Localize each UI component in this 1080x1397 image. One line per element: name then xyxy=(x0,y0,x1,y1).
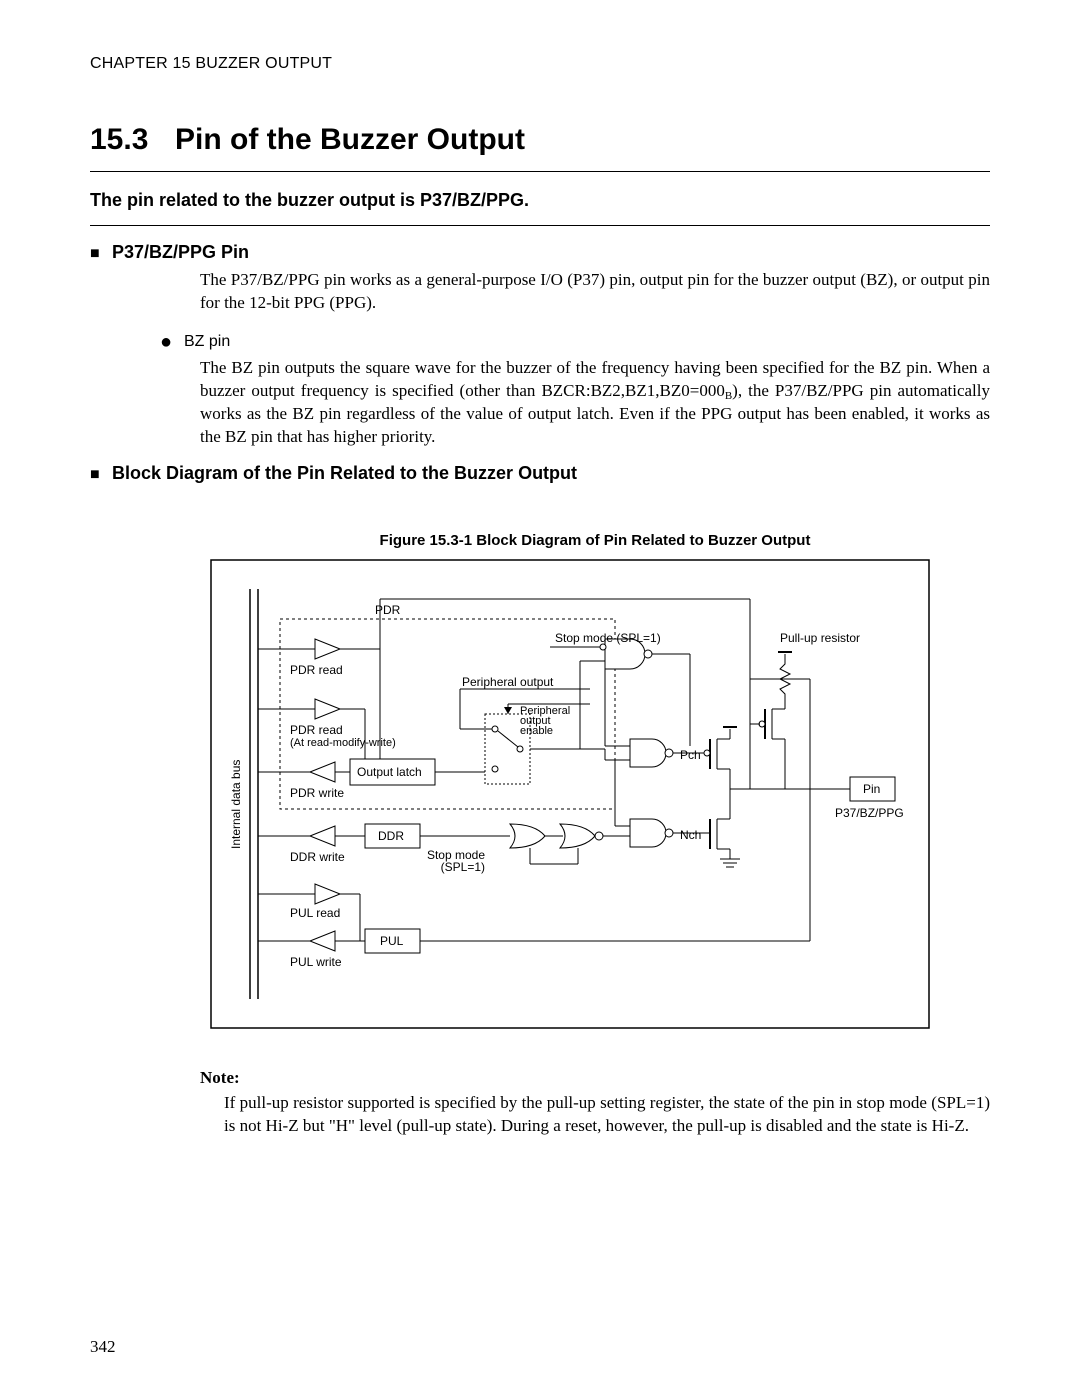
svg-text:enable: enable xyxy=(520,725,553,737)
svg-text:PDR read: PDR read xyxy=(290,723,343,737)
svg-text:PUL: PUL xyxy=(380,934,404,948)
svg-text:Pull-up resistor: Pull-up resistor xyxy=(780,631,860,645)
block-diagram: Internal data bus PDR PDR read PDR read … xyxy=(210,559,990,1034)
note-heading: Note: xyxy=(200,1068,990,1088)
svg-text:Stop mode (SPL=1): Stop mode (SPL=1) xyxy=(555,631,661,645)
rule xyxy=(90,225,990,226)
subheading-p37: ■P37/BZ/PPG Pin xyxy=(90,242,990,263)
svg-text:(SPL=1): (SPL=1) xyxy=(441,860,485,874)
svg-text:PDR: PDR xyxy=(375,603,401,617)
section-number: 15.3 xyxy=(90,123,175,157)
p37-paragraph: The P37/BZ/PPG pin works as a general-pu… xyxy=(200,269,990,315)
svg-text:Nch: Nch xyxy=(680,828,701,842)
svg-text:PUL write: PUL write xyxy=(290,955,342,969)
svg-text:Output latch: Output latch xyxy=(357,765,422,779)
page: CHAPTER 15 BUZZER OUTPUT 15.3Pin of the … xyxy=(0,0,1080,1397)
subheading-block-diagram: ■Block Diagram of the Pin Related to the… xyxy=(90,463,990,484)
svg-text:PDR write: PDR write xyxy=(290,786,344,800)
note-body: If pull-up resistor supported is specifi… xyxy=(224,1092,990,1138)
round-bullet-icon: ● xyxy=(160,337,184,347)
svg-text:(At read-modify-write): (At read-modify-write) xyxy=(290,737,396,749)
figure-caption: Figure 15.3-1 Block Diagram of Pin Relat… xyxy=(200,532,990,549)
svg-text:Pin: Pin xyxy=(863,782,880,796)
bz-pin-paragraph: The BZ pin outputs the square wave for t… xyxy=(200,357,990,449)
svg-text:Internal data bus: Internal data bus xyxy=(229,759,243,848)
section-title: 15.3Pin of the Buzzer Output xyxy=(90,123,990,157)
svg-text:Peripheral output: Peripheral output xyxy=(462,675,554,689)
svg-text:DDR write: DDR write xyxy=(290,850,345,864)
page-number: 342 xyxy=(90,1337,116,1357)
rule xyxy=(90,171,990,172)
square-bullet-icon: ■ xyxy=(90,466,112,484)
svg-text:DDR: DDR xyxy=(378,829,404,843)
svg-text:PDR read: PDR read xyxy=(290,663,343,677)
square-bullet-icon: ■ xyxy=(90,245,112,263)
running-header: CHAPTER 15 BUZZER OUTPUT xyxy=(90,55,990,73)
svg-text:PUL read: PUL read xyxy=(290,906,340,920)
svg-text:P37/BZ/PPG: P37/BZ/PPG xyxy=(835,806,904,820)
bz-pin-heading: ●BZ pin xyxy=(160,333,990,351)
lead-sentence: The pin related to the buzzer output is … xyxy=(90,190,990,211)
svg-text:Pch: Pch xyxy=(680,748,701,762)
section-text: Pin of the Buzzer Output xyxy=(175,123,525,156)
